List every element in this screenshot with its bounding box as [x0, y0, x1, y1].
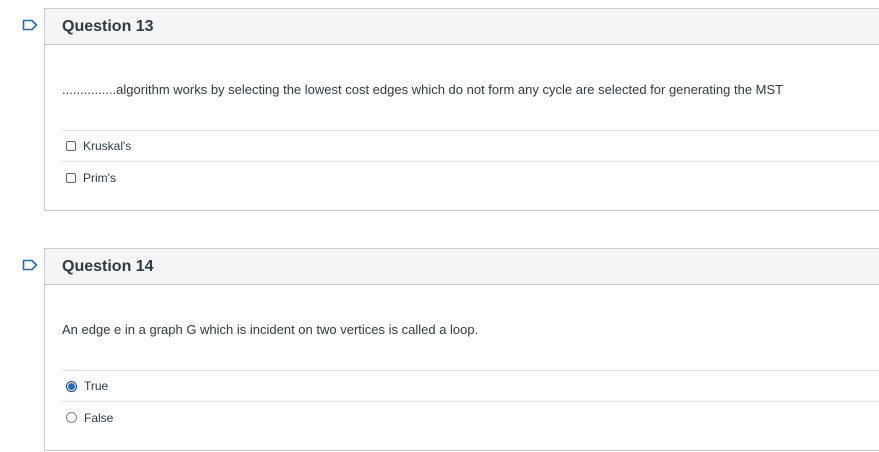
answer-option[interactable]: False — [62, 401, 879, 433]
flag-question-13-icon[interactable] — [22, 19, 38, 31]
question-title: Question 13 — [62, 17, 154, 35]
question-14: Question 14 An edge e in a graph G which… — [44, 248, 879, 451]
answer-label[interactable]: False — [84, 411, 113, 425]
answer-label[interactable]: Kruskal's — [83, 139, 131, 153]
answer-label[interactable]: True — [84, 379, 108, 393]
question-title: Question 14 — [62, 257, 154, 275]
question-header: Question 14 — [45, 249, 879, 285]
question-13: Question 13 ...............algorithm wor… — [44, 8, 879, 211]
answer-radio[interactable] — [66, 412, 77, 423]
answer-option[interactable]: Kruskal's — [62, 130, 879, 161]
flag-question-14-icon[interactable] — [22, 259, 38, 271]
answer-option[interactable]: Prim's — [62, 161, 879, 193]
answer-option[interactable]: True — [62, 370, 879, 401]
answer-checkbox[interactable] — [66, 172, 76, 183]
answer-label[interactable]: Prim's — [83, 171, 116, 185]
answer-radio-selected[interactable] — [66, 380, 77, 392]
answer-list: True False — [62, 370, 879, 433]
answer-list: Kruskal's Prim's — [62, 130, 879, 193]
answer-checkbox[interactable] — [66, 141, 76, 151]
question-header: Question 13 — [45, 9, 879, 45]
question-text: An edge e in a graph G which is incident… — [62, 322, 479, 337]
question-text: ...............algorithm works by select… — [62, 82, 784, 97]
